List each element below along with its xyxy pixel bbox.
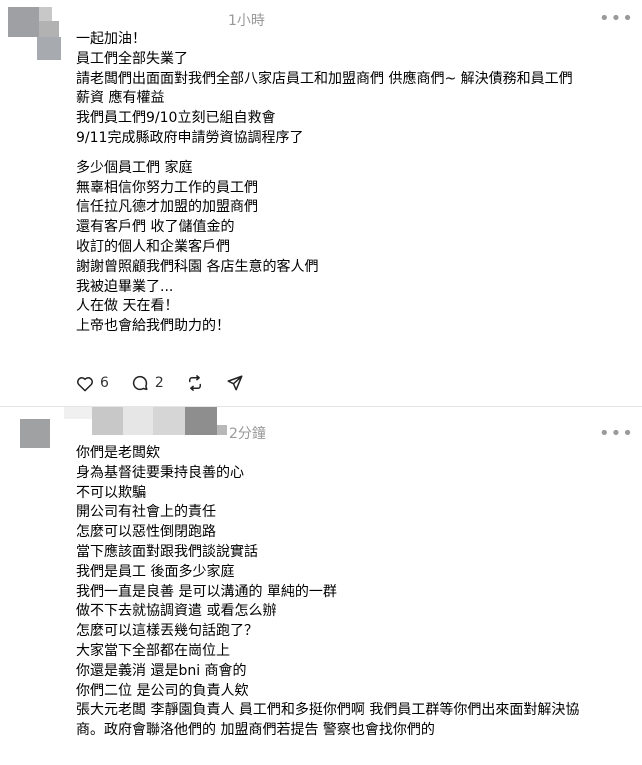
reply-count: 2 — [154, 375, 164, 391]
comment-icon — [132, 375, 148, 391]
heart-icon — [77, 376, 93, 391]
avatar-block — [8, 7, 39, 37]
post-timestamp: 1小時 — [228, 13, 265, 29]
post-text-line: 商。政府會聯洛他們的 加盟商們若提告 警察也會找你們的 — [76, 722, 435, 739]
post-timestamp: 2分鐘 — [229, 426, 266, 442]
post-text-line: 開公司有社會上的責任 — [76, 504, 216, 521]
post-text-line: 你還是義消 還是bni 商會的 — [76, 662, 247, 679]
username-block — [123, 407, 153, 435]
post-text-line: 我被迫畢業了... — [76, 278, 174, 295]
like-button[interactable]: 6 — [76, 375, 109, 392]
post-text-line: 做不下去就協調資遣 或看怎么辦 — [76, 603, 277, 620]
avatar-block — [39, 7, 52, 21]
post-text-line: 還有客戶們 收了儲值金的 — [76, 219, 235, 236]
more-options-icon[interactable]: ••• — [599, 10, 634, 28]
username-block — [185, 407, 217, 435]
post-text-line: 不可以欺騙 — [76, 484, 146, 501]
like-count: 6 — [100, 375, 109, 391]
post-text-line: 你們二位 是公司的負責人欸 — [76, 682, 249, 699]
post-text-line: 人在做 天在看！ — [76, 298, 179, 315]
reply-button[interactable]: 2 — [131, 374, 164, 392]
post-text-line: 張大元老闆 李靜園負責人 員工們和多挺你們啊 我們員工群等你們出來面對解決協 — [76, 702, 580, 719]
post-text-line: 員工們全部失業了 — [76, 50, 188, 67]
avatar-block — [20, 419, 50, 448]
post-text-line: 薪資 應有權益 — [76, 90, 165, 107]
post-1: 1小時 ••• 一起加油！ 員工們全部失業了請老闆們出面面對我們全部八家店員工和加… — [0, 0, 642, 406]
post-text-line: 怎麼可以這樣丟幾句話跑了？ — [76, 623, 258, 640]
post-text-line: 大家當下全部都在崗位上 — [76, 642, 230, 659]
send-icon — [227, 375, 243, 391]
post-text-line: 請老闆們出面面對我們全部八家店員工和加盟商們 供應商們~ 解決債務和員工們 — [76, 70, 573, 87]
share-button[interactable] — [226, 374, 244, 392]
avatar-block — [37, 37, 61, 60]
post-body: 你們是老闆欸身為基督徒要秉持良善的心 不可以欺騙開公司有社會上的責任 怎麼可以惡性倒… — [76, 444, 579, 741]
post-text-line: 9/11完成縣政府申請勞資協調程序了 — [76, 129, 304, 146]
more-options-icon[interactable]: ••• — [599, 425, 634, 443]
post-text-line: 我們員工們9/10立刻已組自救會 — [76, 110, 276, 127]
post-2: 2分鐘 ••• 你們是老闆欸身為基督徒要秉持良善的心 不可以欺騙開公司有社會上的責… — [0, 406, 642, 765]
post-text-line: 信任拉凡德才加盟的加盟商們 — [76, 199, 258, 216]
post-actions: 6 2 — [76, 372, 266, 394]
username-block — [153, 407, 185, 435]
post-text-line: 收訂的個人和企業客戶們 — [76, 238, 230, 255]
post-text-line: 身為基督徒要秉持良善的心 — [76, 464, 244, 481]
post-text-line: 多少個員工們 家庭 — [76, 159, 193, 176]
post-text-line: 上帝也會給我們助力的！ — [76, 318, 230, 335]
post-text-line: 我們是員工 後面多少家庭 — [76, 563, 235, 580]
repost-icon — [188, 375, 201, 391]
post-text-line: 一起加油！ — [76, 31, 146, 47]
post-text-line: 我們一直是良善 是可以溝通的 單純的一群 — [76, 583, 337, 600]
username-block — [92, 407, 123, 435]
post-body: 一起加油！ 員工們全部失業了請老闆們出面面對我們全部八家店員工和加盟商們 供應商們… — [76, 30, 573, 337]
post-text-line: 謝謝曾照顧我們科園 各店生意的客人們 — [76, 258, 319, 275]
post-text-line: 你們是老闆欸 — [76, 445, 160, 461]
avatar-block — [39, 21, 59, 37]
username-block — [217, 425, 227, 435]
post-text-line: 怎麼可以惡性倒閉跑路 — [76, 524, 216, 541]
repost-button[interactable] — [186, 374, 204, 392]
username-block — [64, 407, 92, 419]
post-text-line: 無辜相信你努力工作的員工們 — [76, 179, 258, 196]
post-text-line: 當下應該面對跟我們談說實話 — [76, 543, 258, 560]
